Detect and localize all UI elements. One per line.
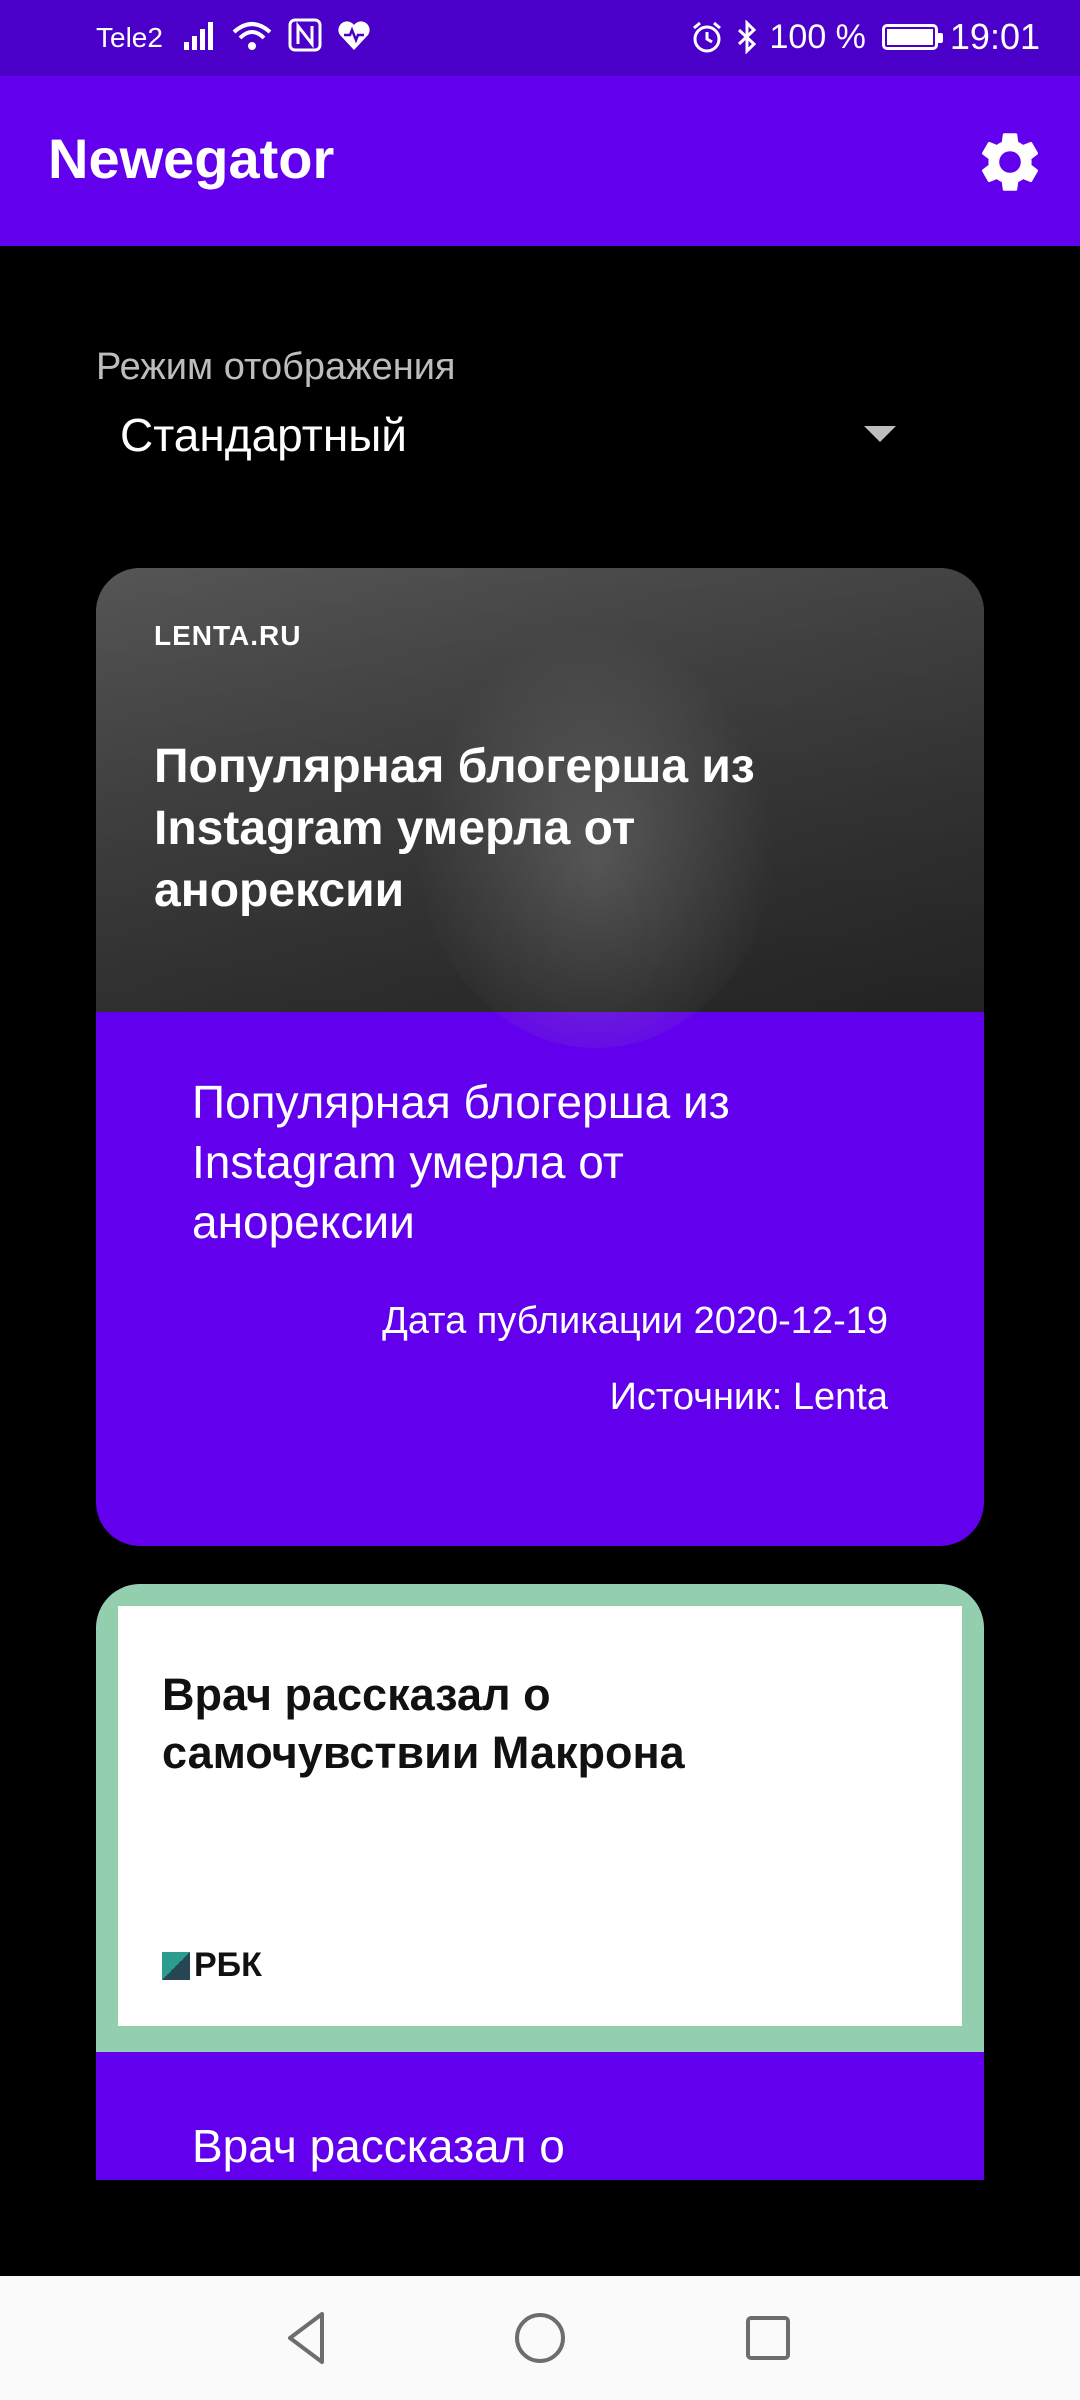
app-bar: Newegator	[0, 76, 1080, 246]
dropdown-arrow-icon	[864, 426, 896, 442]
rbk-logo: РБК	[162, 1946, 262, 1985]
display-mode-dropdown[interactable]: Стандартный	[96, 396, 936, 476]
rbk-logo-text: РБК	[194, 1946, 262, 1984]
signal-icon	[184, 22, 213, 50]
clock: 19:01	[949, 16, 1040, 57]
publication-date: Дата публикации 2020-12-19	[382, 1300, 888, 1342]
lenta-logo: LENTA.RU	[154, 620, 302, 651]
wifi-icon	[232, 22, 272, 50]
back-button[interactable]	[276, 2306, 340, 2370]
rbk-mark-icon	[162, 1951, 190, 1980]
image-headline: Популярная блогерша из Instagram умерла …	[154, 740, 755, 917]
status-bar: Tele2 100 % 19:01	[0, 0, 1080, 76]
gear-icon	[981, 133, 1039, 191]
home-button[interactable]	[508, 2306, 572, 2370]
news-card[interactable]: LENTA.RU Популярная блогерша из Instagra…	[96, 568, 984, 1546]
news-card-title: Врач рассказал о самочувствии Макрона	[192, 2120, 565, 2172]
rbk-preview: Врач рассказал о самочувствии Макрона РБ…	[118, 1606, 962, 2026]
display-mode-value: Стандартный	[120, 409, 407, 461]
status-icons-right: 100 % 19:01	[690, 16, 1040, 58]
recents-button[interactable]	[736, 2306, 800, 2370]
back-icon	[288, 2312, 324, 2364]
news-feed[interactable]: LENTA.RU Популярная блогерша из Instagra…	[0, 560, 1080, 2180]
settings-button[interactable]	[974, 126, 1046, 198]
home-icon	[515, 2313, 565, 2363]
display-mode-label: Режим отображения	[96, 346, 456, 388]
news-card[interactable]: Врач рассказал о самочувствии Макрона РБ…	[96, 1584, 984, 2180]
news-source: Источник: Lenta	[609, 1376, 888, 1418]
image-headline: Врач рассказал о самочувствии Макрона	[162, 1669, 685, 1778]
carrier-label: Tele2	[96, 22, 163, 53]
status-icons-left	[182, 18, 372, 52]
news-card-image: LENTA.RU Популярная блогерша из Instagra…	[96, 568, 984, 1048]
battery-percent: 100 %	[769, 17, 866, 56]
bluetooth-icon	[737, 20, 756, 54]
nfc-icon	[288, 18, 322, 52]
alarm-icon	[692, 21, 721, 53]
battery-icon	[881, 24, 943, 50]
app-title: Newegator	[48, 127, 335, 190]
health-icon	[338, 21, 370, 50]
navigation-bar	[0, 2276, 1080, 2400]
news-card-image: Врач рассказал о самочувствии Макрона РБ…	[96, 1584, 984, 2052]
news-card-title: Популярная блогерша из Instagram умерла …	[192, 1076, 730, 1248]
recents-icon	[746, 2316, 790, 2360]
